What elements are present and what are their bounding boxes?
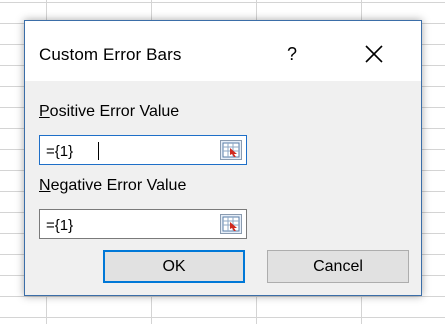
custom-error-bars-dialog: Custom Error Bars ? Positive Error Value… bbox=[24, 20, 422, 296]
text-caret bbox=[98, 142, 99, 160]
range-collapse-icon[interactable] bbox=[220, 140, 242, 160]
negative-error-value-label: Negative Error Value bbox=[39, 177, 186, 195]
dialog-title: Custom Error Bars bbox=[39, 45, 182, 64]
negative-error-value-input[interactable] bbox=[46, 215, 206, 235]
negative-accelerator-key: N bbox=[39, 177, 51, 194]
dialog-titlebar: Custom Error Bars ? bbox=[25, 21, 421, 81]
positive-error-value-input[interactable] bbox=[46, 141, 206, 161]
ok-button[interactable]: OK bbox=[103, 250, 245, 283]
close-icon[interactable] bbox=[359, 39, 389, 69]
cancel-button[interactable]: Cancel bbox=[267, 250, 409, 283]
positive-error-value-label: Positive Error Value bbox=[39, 103, 179, 121]
negative-label-text: egative Error Value bbox=[50, 177, 187, 194]
positive-label-text: ositive Error Value bbox=[49, 103, 180, 120]
positive-error-value-field[interactable] bbox=[39, 135, 247, 165]
negative-error-value-field[interactable] bbox=[39, 209, 247, 239]
positive-accelerator-key: P bbox=[39, 103, 50, 120]
range-collapse-icon[interactable] bbox=[220, 214, 242, 234]
help-button[interactable]: ? bbox=[281, 41, 303, 67]
